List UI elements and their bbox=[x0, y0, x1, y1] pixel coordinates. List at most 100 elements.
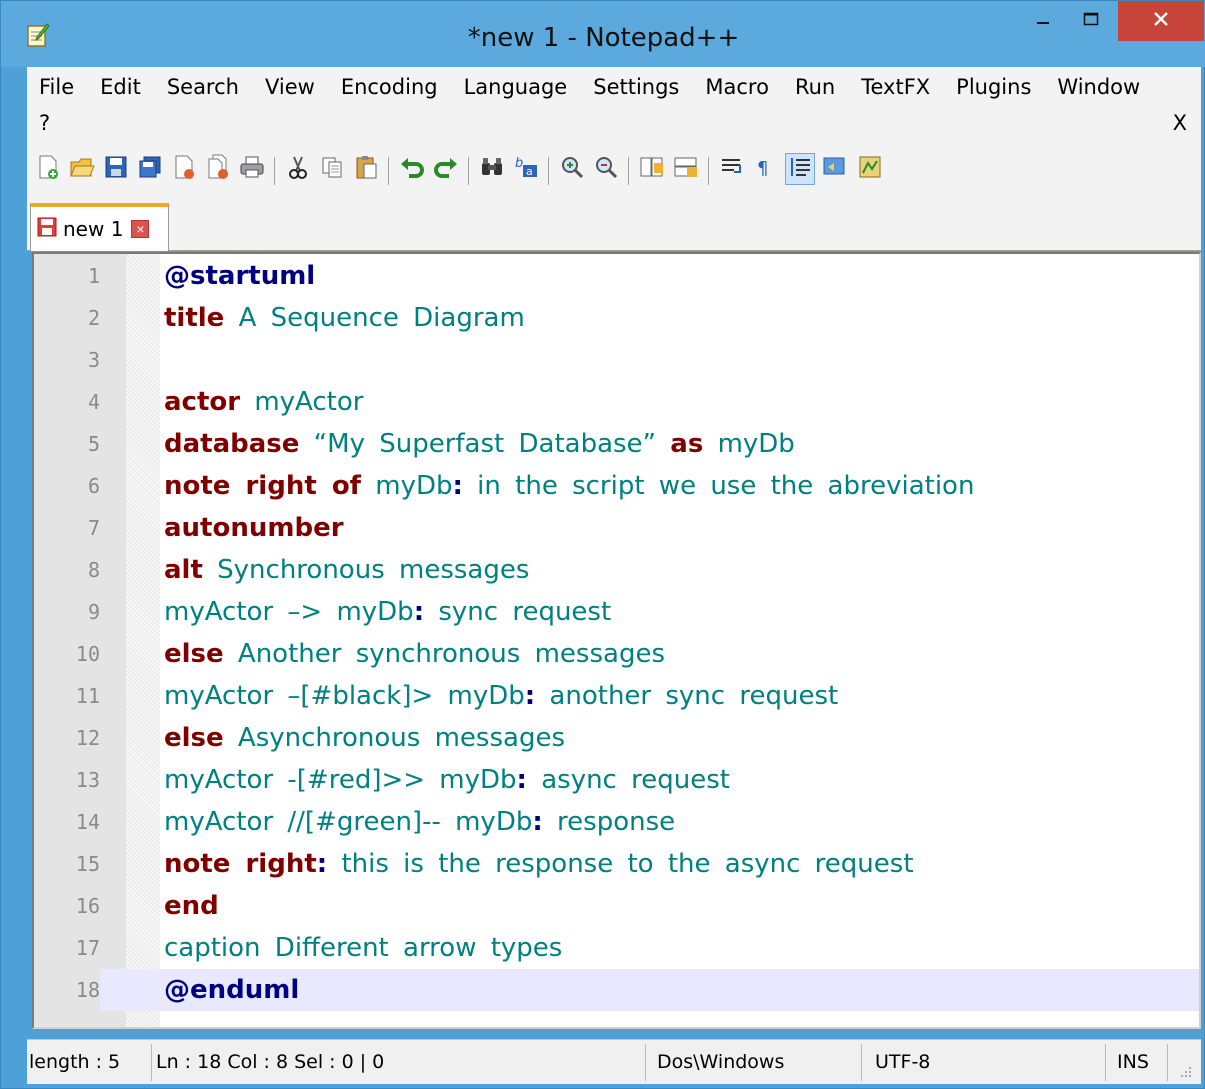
line-number: 16 bbox=[75, 894, 100, 918]
code-text: note right: this is the response to the … bbox=[164, 843, 914, 885]
close-button[interactable] bbox=[1118, 1, 1204, 41]
code-line[interactable]: 2 title A Sequence Diagram bbox=[34, 297, 1199, 339]
menu-file[interactable]: File bbox=[27, 75, 87, 103]
menu-settings[interactable]: Settings bbox=[580, 75, 692, 103]
paste-button[interactable] bbox=[351, 153, 381, 185]
notepad-window: *new 1 - Notepad++ File Edit Search View Enc… bbox=[0, 0, 1205, 1089]
text-token: A Sequence Diagram bbox=[224, 303, 525, 333]
zoom-out-button[interactable] bbox=[591, 153, 621, 185]
keyword-token: actor bbox=[164, 387, 241, 417]
code-line[interactable]: 14 myActor //[#green]-- myDb: response bbox=[34, 801, 1199, 843]
tab-new-1[interactable]: new 1 × bbox=[30, 203, 169, 251]
code-line[interactable]: 16 end bbox=[34, 885, 1199, 927]
indent-guide-button[interactable] bbox=[785, 153, 815, 185]
maximize-button[interactable] bbox=[1067, 1, 1115, 41]
minimize-button[interactable] bbox=[1019, 1, 1067, 41]
new-file-button[interactable] bbox=[33, 153, 63, 185]
code-line[interactable]: 18 @enduml bbox=[34, 969, 1199, 1011]
menu-language[interactable]: Language bbox=[451, 75, 581, 103]
code-text: myActor //[#green]-- myDb: response bbox=[164, 801, 675, 843]
redo-icon bbox=[433, 155, 459, 184]
menu-macro[interactable]: Macro bbox=[692, 75, 782, 103]
menu-plugins[interactable]: Plugins bbox=[943, 75, 1044, 103]
svg-text:a: a bbox=[526, 165, 533, 178]
code-text: actor myActor bbox=[164, 381, 363, 423]
print-button[interactable] bbox=[237, 153, 267, 185]
line-number: 7 bbox=[87, 516, 100, 540]
code-line[interactable]: 11 myActor –[#black]> myDb: another sync … bbox=[34, 675, 1199, 717]
code-line[interactable]: 13 myActor -[#red]>> myDb: async request bbox=[34, 759, 1199, 801]
save-button[interactable] bbox=[101, 153, 131, 185]
sync-horizontal-button[interactable] bbox=[671, 153, 701, 185]
code-line[interactable]: 9 myActor –> myDb: sync request bbox=[34, 591, 1199, 633]
undo-button[interactable] bbox=[397, 153, 427, 185]
text-token: myActor –> myDb bbox=[164, 597, 414, 627]
close-file-button[interactable] bbox=[169, 153, 199, 185]
line-number: 5 bbox=[87, 432, 100, 456]
menu-help[interactable]: ? bbox=[39, 111, 50, 135]
keyword-token: note right bbox=[164, 849, 317, 879]
menu-textfx[interactable]: TextFX bbox=[848, 75, 943, 103]
document-map-button[interactable] bbox=[855, 153, 885, 185]
menu-window[interactable]: Window bbox=[1044, 75, 1153, 103]
tab-close-button[interactable]: × bbox=[131, 220, 150, 238]
close-all-button[interactable] bbox=[203, 153, 233, 185]
find-button[interactable] bbox=[477, 153, 507, 185]
code-text: @enduml bbox=[164, 969, 299, 1011]
code-line[interactable]: 8 alt Synchronous messages bbox=[34, 549, 1199, 591]
code-line[interactable]: 10 else Another synchronous messages bbox=[34, 633, 1199, 675]
show-all-chars-icon: ¶ bbox=[753, 155, 775, 184]
text-token: Another synchronous messages bbox=[223, 639, 665, 669]
code-text: else Another synchronous messages bbox=[164, 633, 665, 675]
code-text: myActor -[#red]>> myDb: async request bbox=[164, 759, 730, 801]
title-bar[interactable]: *new 1 - Notepad++ bbox=[1, 1, 1205, 67]
code-line[interactable]: 17 caption Different arrow types bbox=[34, 927, 1199, 969]
menu-row: File Edit Search View Encoding Language Settin… bbox=[27, 75, 1153, 103]
zoom-in-button[interactable] bbox=[557, 153, 587, 185]
line-number: 6 bbox=[87, 474, 100, 498]
code-text: end bbox=[164, 885, 219, 927]
code-line[interactable]: 7 autonumber bbox=[34, 507, 1199, 549]
keyword-token: note right of bbox=[164, 471, 361, 501]
code-line[interactable]: 6 note right of myDb: in the script we us… bbox=[34, 465, 1199, 507]
status-separator bbox=[151, 1044, 152, 1081]
resize-grip-icon[interactable] bbox=[1177, 1064, 1193, 1086]
code-line[interactable]: 1 @startuml bbox=[34, 255, 1199, 297]
menu-search[interactable]: Search bbox=[154, 75, 252, 103]
text-editor[interactable]: 1 @startuml 2 title A Sequence Diagram 3 4 act… bbox=[32, 252, 1201, 1029]
open-file-button[interactable] bbox=[67, 153, 97, 185]
replace-button[interactable]: ba bbox=[511, 153, 541, 185]
keyword-token: autonumber bbox=[164, 513, 344, 543]
toolbar: ba ¶ bbox=[27, 145, 1201, 199]
code-line[interactable]: 4 actor myActor bbox=[34, 381, 1199, 423]
cut-icon bbox=[286, 155, 310, 184]
menu-edit[interactable]: Edit bbox=[87, 75, 154, 103]
copy-button[interactable] bbox=[317, 153, 347, 185]
code-line[interactable]: 3 bbox=[34, 339, 1199, 381]
show-all-characters-button[interactable]: ¶ bbox=[749, 153, 779, 185]
menu-run[interactable]: Run bbox=[782, 75, 848, 103]
save-all-button[interactable] bbox=[135, 153, 165, 185]
menu-view[interactable]: View bbox=[252, 75, 328, 103]
code-line[interactable]: 15 note right: this is the response to th… bbox=[34, 843, 1199, 885]
redo-button[interactable] bbox=[431, 153, 461, 185]
colon-token: : bbox=[413, 597, 425, 627]
menu-encoding[interactable]: Encoding bbox=[328, 75, 451, 103]
status-separator bbox=[1167, 1044, 1168, 1081]
word-wrap-button[interactable] bbox=[717, 153, 747, 185]
line-number: 10 bbox=[75, 642, 100, 666]
cut-button[interactable] bbox=[283, 153, 313, 185]
user-defined-language-icon bbox=[822, 155, 846, 184]
code-line[interactable]: 12 else Asynchronous messages bbox=[34, 717, 1199, 759]
close-document-button[interactable]: X bbox=[1173, 111, 1187, 135]
colon-token: : bbox=[516, 765, 527, 795]
user-defined-language-button[interactable] bbox=[819, 153, 849, 185]
line-number: 17 bbox=[75, 936, 100, 960]
code-line[interactable]: 5 database “My Superfast Database” as myD… bbox=[34, 423, 1199, 465]
status-encoding: UTF-8 bbox=[875, 1051, 931, 1073]
code-text: autonumber bbox=[164, 507, 344, 549]
tab-label: new 1 bbox=[63, 217, 124, 241]
code-text: alt Synchronous messages bbox=[164, 549, 529, 591]
zoom-in-icon bbox=[560, 155, 584, 184]
sync-vertical-button[interactable] bbox=[637, 153, 667, 185]
